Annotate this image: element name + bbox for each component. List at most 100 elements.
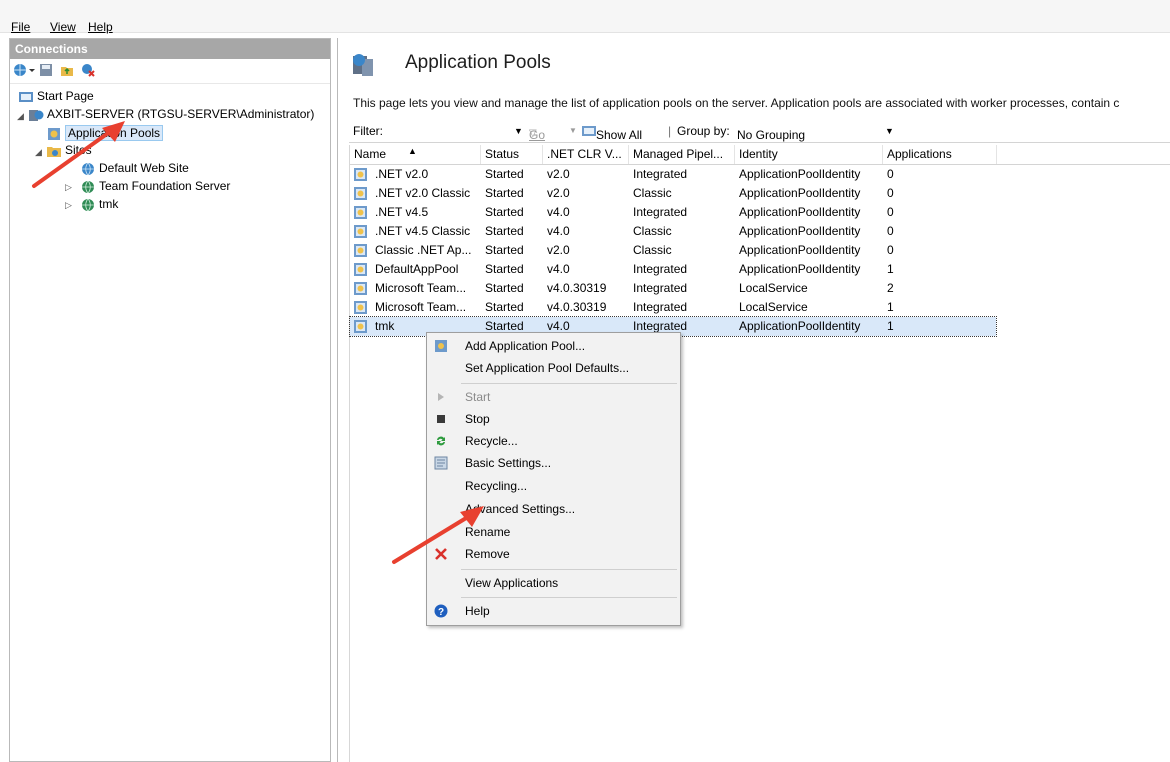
tree-site-tmk-label: tmk xyxy=(99,197,119,211)
col-identity-header[interactable]: Identity xyxy=(735,145,883,164)
col-applications-header[interactable]: Applications xyxy=(883,145,997,164)
menu-set-defaults-label: Set Application Pool Defaults... xyxy=(465,361,630,375)
add-pool-icon xyxy=(435,340,447,352)
cell-pipeline: Classic xyxy=(633,243,672,257)
menu-rename[interactable]: Rename xyxy=(428,521,679,543)
globe-icon xyxy=(82,180,94,194)
disconnect-icon[interactable] xyxy=(81,63,95,77)
cell-clr: v4.0 xyxy=(547,205,570,219)
menu-recycle-label: Recycle... xyxy=(465,434,518,448)
save-icon[interactable] xyxy=(39,63,53,77)
app-pool-icon xyxy=(354,225,367,238)
menu-set-defaults[interactable]: Set Application Pool Defaults... xyxy=(428,357,679,379)
show-all-icon xyxy=(582,126,596,136)
cell-apps: 0 xyxy=(887,167,894,181)
cell-pipeline: Classic xyxy=(633,224,672,238)
tree-start-page[interactable]: Start Page xyxy=(18,88,94,105)
tree-start-page-label: Start Page xyxy=(37,89,94,103)
dropdown-arrow-icon[interactable] xyxy=(28,63,36,77)
cell-pipeline: Classic xyxy=(633,186,672,200)
menu-add-application-pool[interactable]: Add Application Pool... xyxy=(428,335,679,357)
cell-identity: ApplicationPoolIdentity xyxy=(739,319,861,333)
table-row[interactable]: .NET v2.0 Started v2.0 Integrated Applicatio… xyxy=(350,165,996,184)
table-row[interactable]: Classic .NET Ap... Started v2.0 Classic Appl… xyxy=(350,241,996,260)
menu-start[interactable]: Start xyxy=(428,386,679,408)
filter-input[interactable] xyxy=(399,122,519,138)
tree-application-pools[interactable]: Application Pools xyxy=(46,125,164,142)
cell-clr: v2.0 xyxy=(547,186,570,200)
cell-apps: 0 xyxy=(887,186,894,200)
connect-globe-icon[interactable] xyxy=(13,63,27,77)
cell-identity: ApplicationPoolIdentity xyxy=(739,205,861,219)
tree-server-label: AXBIT-SERVER (RTGSU-SERVER\Administrator… xyxy=(47,107,315,121)
recycle-icon xyxy=(437,436,445,446)
table-row[interactable]: .NET v4.5 Classic Started v4.0 Classic Appli… xyxy=(350,222,996,241)
cell-name: .NET v2.0 xyxy=(375,167,429,181)
menu-advanced-settings-label: Advanced Settings... xyxy=(465,502,576,516)
table-row[interactable]: DefaultAppPool Started v4.0 Integrated Appli… xyxy=(350,260,996,279)
up-folder-icon[interactable] xyxy=(60,63,74,77)
cell-pipeline: Integrated xyxy=(633,262,688,276)
tree-sites-label: Sites xyxy=(65,143,92,157)
play-icon xyxy=(438,393,444,401)
menu-view-label: View xyxy=(50,20,76,34)
group-by-value: No Grouping xyxy=(737,128,806,142)
cell-clr: v2.0 xyxy=(547,167,570,181)
table-row[interactable]: .NET v2.0 Classic Started v2.0 Classic Appli… xyxy=(350,184,996,203)
cell-clr: v4.0.30319 xyxy=(547,281,607,295)
tmk-expander-icon[interactable]: ▷ xyxy=(65,200,72,211)
cell-identity: ApplicationPoolIdentity xyxy=(739,224,861,238)
tree-sites[interactable]: Sites xyxy=(46,142,92,159)
table-row[interactable]: Microsoft Team... Started v4.0.30319 Integr… xyxy=(350,298,996,317)
table-row[interactable]: .NET v4.5 Started v4.0 Integrated Applicatio… xyxy=(350,203,996,222)
menu-stop-label: Stop xyxy=(465,412,490,426)
menu-view-applications[interactable]: View Applications xyxy=(428,572,679,594)
menu-view-applications-label: View Applications xyxy=(465,576,559,590)
globe-icon xyxy=(82,162,94,176)
menu-advanced-settings[interactable]: Advanced Settings... xyxy=(428,498,679,520)
group-by-label: Group by: xyxy=(677,124,730,138)
app-pool-icon xyxy=(354,168,367,181)
cell-name: Microsoft Team... xyxy=(375,281,467,295)
menu-basic-settings[interactable]: Basic Settings... xyxy=(428,452,679,474)
tfs-expander-icon[interactable]: ▷ xyxy=(65,182,72,193)
app-pool-icon xyxy=(354,187,367,200)
app-pool-icon xyxy=(354,282,367,295)
app-pool-icon xyxy=(354,320,367,333)
cell-identity: ApplicationPoolIdentity xyxy=(739,186,861,200)
menu-recycling[interactable]: Recycling... xyxy=(428,475,679,497)
tree-site-tfs[interactable]: Team Foundation Server xyxy=(80,178,230,195)
tree-site-tfs-label: Team Foundation Server xyxy=(99,179,231,193)
sites-expander-icon[interactable]: ◢ xyxy=(35,147,42,158)
grid-header: Name ▲ Status .NET CLR V... Managed Pipel… xyxy=(350,145,1170,165)
menu-start-label: Start xyxy=(465,390,491,404)
filter-bar: Filter: ▼ ▽ Go ▼ Show All | Group by: No… xyxy=(349,120,1170,143)
app-pool-icon xyxy=(354,263,367,276)
cell-apps: 1 xyxy=(887,262,894,276)
go-dropdown-icon[interactable]: ▼ xyxy=(569,126,577,135)
show-all-button[interactable]: Show All xyxy=(582,124,642,142)
filter-dropdown-icon[interactable]: ▼ xyxy=(514,126,523,136)
cell-apps: 1 xyxy=(887,319,894,333)
connections-toolbar xyxy=(10,59,330,84)
server-expander-icon[interactable]: ◢ xyxy=(17,111,24,122)
col-name-header[interactable]: Name ▲ xyxy=(350,145,481,164)
menu-bar: File View Help xyxy=(0,0,1170,34)
menu-stop[interactable]: Stop xyxy=(428,408,679,430)
menu-help-item[interactable]: ? Help xyxy=(428,600,679,622)
col-clr-header[interactable]: .NET CLR V... xyxy=(543,145,629,164)
col-pipeline-header[interactable]: Managed Pipel... xyxy=(629,145,735,164)
table-row[interactable]: Microsoft Team... Started v4.0.30319 Integr… xyxy=(350,279,996,298)
tree-site-tmk[interactable]: tmk xyxy=(80,196,118,213)
cell-name: Classic .NET Ap... xyxy=(375,243,472,257)
menu-remove[interactable]: Remove xyxy=(428,543,679,565)
col-status-header[interactable]: Status xyxy=(481,145,543,164)
tree-site-default[interactable]: Default Web Site xyxy=(80,160,189,177)
cell-status: Started xyxy=(485,205,524,219)
group-by-dropdown-icon[interactable]: ▼ xyxy=(885,126,894,136)
cell-clr: v4.0 xyxy=(547,262,570,276)
tree-server[interactable]: AXBIT-SERVER (RTGSU-SERVER\Administrator… xyxy=(28,106,314,123)
menu-recycle[interactable]: Recycle... xyxy=(428,430,679,452)
connections-pane: Connections Start Page ◢ AXBIT-SERVER (R… xyxy=(9,38,331,762)
menu-separator xyxy=(461,597,677,598)
